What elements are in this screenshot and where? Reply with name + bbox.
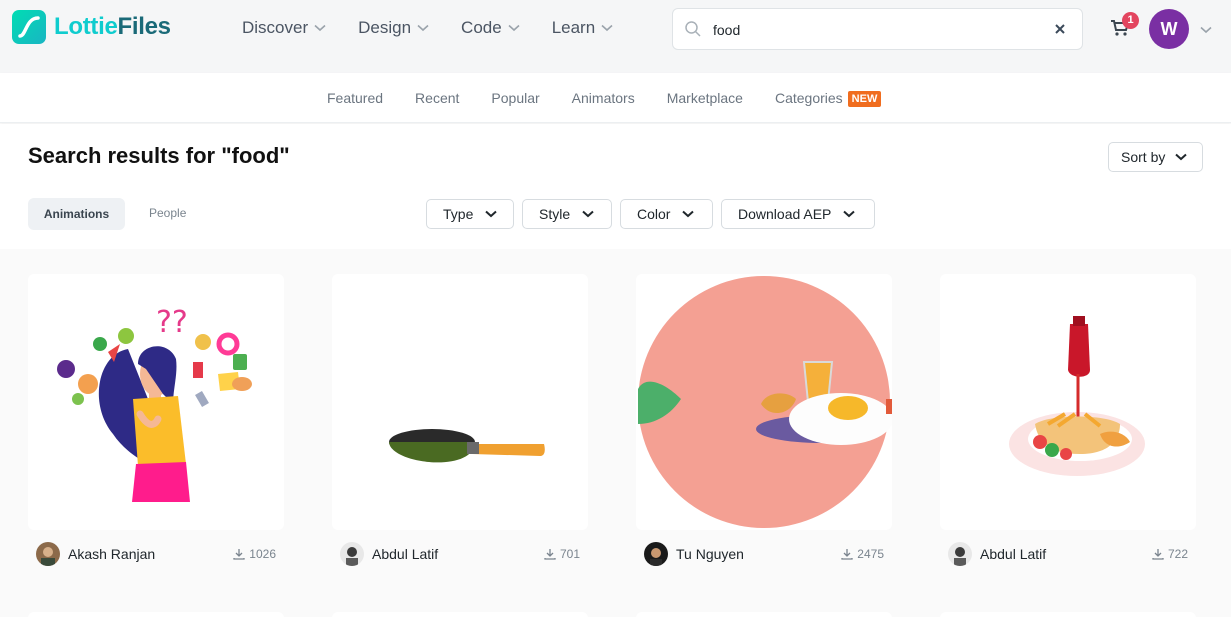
- tab-animations[interactable]: Animations: [28, 198, 125, 230]
- author-name[interactable]: Akash Ranjan: [68, 546, 155, 562]
- subnav-popular[interactable]: Popular: [491, 89, 539, 107]
- logo-icon: [12, 10, 46, 44]
- subnav-marketplace[interactable]: Marketplace: [667, 89, 743, 107]
- sort-by-dropdown[interactable]: Sort by: [1108, 142, 1203, 172]
- download-icon: [841, 549, 853, 560]
- animation-card-peek: [636, 612, 892, 617]
- thinking-woman-food-illustration: ??: [57, 305, 252, 502]
- frying-pan-illustration: [389, 429, 545, 463]
- chevron-down-icon: [843, 210, 856, 218]
- download-icon: [1152, 549, 1164, 560]
- animation-card-thumbnail[interactable]: [332, 274, 588, 530]
- card-meta: Tu Nguyen 2475: [636, 542, 892, 566]
- chevron-down-icon[interactable]: [1200, 26, 1212, 34]
- animation-card-peek: [28, 612, 284, 617]
- chevron-down-icon: [314, 24, 326, 32]
- author-name[interactable]: Tu Nguyen: [676, 546, 744, 562]
- lottiefiles-logo[interactable]: LottieFiles: [12, 10, 171, 44]
- animation-card-thumbnail[interactable]: ??: [28, 274, 284, 530]
- ketchup-fries-illustration: [1009, 316, 1145, 476]
- filter-type[interactable]: Type: [426, 199, 514, 229]
- chevron-down-icon: [582, 210, 594, 218]
- nav-design[interactable]: Design: [358, 17, 429, 39]
- author-avatar[interactable]: [948, 542, 972, 566]
- filter-download-aep[interactable]: Download AEP: [721, 199, 875, 229]
- subnav-featured[interactable]: Featured: [327, 89, 383, 107]
- card-meta: Akash Ranjan 1026: [28, 542, 284, 566]
- filter-style[interactable]: Style: [522, 199, 612, 229]
- download-icon: [233, 549, 245, 560]
- search-box: [672, 8, 1083, 50]
- author-avatar[interactable]: [644, 542, 668, 566]
- page-title: Search results for "food": [28, 143, 290, 168]
- animation-card-thumbnail[interactable]: [636, 274, 892, 530]
- download-count: 2475: [841, 547, 884, 561]
- chevron-down-icon: [485, 210, 498, 218]
- card-meta: Abdul Latif 701: [332, 542, 588, 566]
- author-name[interactable]: Abdul Latif: [372, 546, 438, 562]
- author-avatar[interactable]: [36, 542, 60, 566]
- user-avatar[interactable]: W: [1149, 9, 1189, 49]
- breakfast-plate-illustration: [638, 276, 892, 528]
- chevron-down-icon: [601, 24, 613, 32]
- nav-code[interactable]: Code: [461, 17, 520, 39]
- nav-discover[interactable]: Discover: [242, 17, 326, 39]
- search-input[interactable]: [713, 19, 1043, 41]
- animation-card-peek: [332, 612, 588, 617]
- chevron-down-icon: [1175, 153, 1188, 161]
- nav-learn[interactable]: Learn: [552, 17, 613, 39]
- tab-people[interactable]: People: [149, 206, 186, 220]
- chevron-down-icon: [508, 24, 520, 32]
- close-icon[interactable]: [1053, 22, 1067, 36]
- card-meta: Abdul Latif 722: [940, 542, 1196, 566]
- download-icon: [544, 549, 556, 560]
- chevron-down-icon: [417, 24, 429, 32]
- logo-wordmark: LottieFiles: [54, 13, 171, 40]
- filter-color[interactable]: Color: [620, 199, 713, 229]
- sub-nav: Featured Recent Popular Animators Market…: [0, 73, 1231, 123]
- subnav-recent[interactable]: Recent: [415, 89, 459, 107]
- new-badge: NEW: [847, 91, 882, 107]
- download-count: 701: [544, 547, 580, 561]
- chevron-down-icon: [682, 210, 695, 218]
- download-count: 722: [1152, 547, 1188, 561]
- author-name[interactable]: Abdul Latif: [980, 546, 1046, 562]
- subnav-animators[interactable]: Animators: [572, 89, 635, 107]
- author-avatar[interactable]: [340, 542, 364, 566]
- svg-text:??: ??: [156, 305, 188, 340]
- animation-card-peek: [940, 612, 1196, 617]
- animation-card-thumbnail[interactable]: [940, 274, 1196, 530]
- search-icon: [685, 21, 701, 37]
- download-count: 1026: [233, 547, 276, 561]
- subnav-categories[interactable]: Categories NEW: [775, 89, 882, 107]
- main-nav: Discover Design Code Learn: [242, 17, 645, 39]
- cart-count-badge: 1: [1122, 12, 1139, 29]
